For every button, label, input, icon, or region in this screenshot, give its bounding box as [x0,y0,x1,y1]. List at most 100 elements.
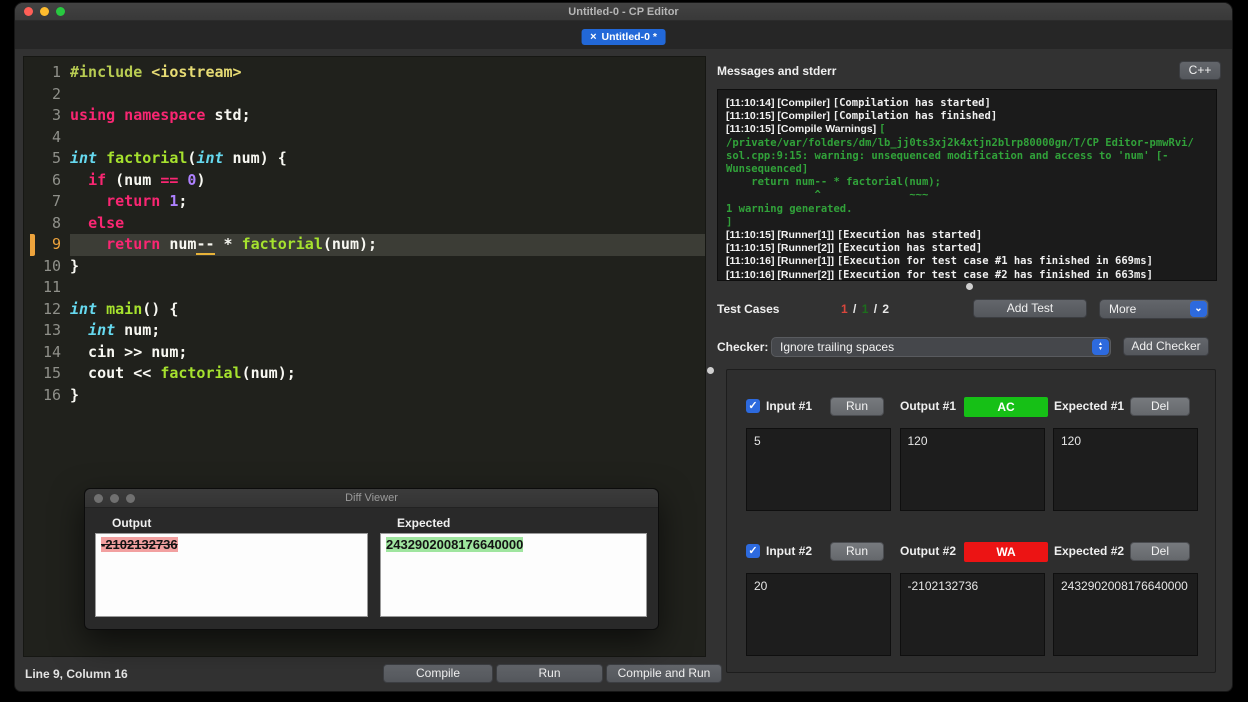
chevron-down-icon[interactable]: ⌄ [1190,301,1207,317]
test-case-boxes: 20 -2102132736 2432902008176640000 [746,573,1198,656]
code-line-15[interactable]: 15 cout << factorial(num); [24,363,705,385]
code-token: return [106,192,161,210]
code-line-14[interactable]: 14 cin >> num; [24,342,705,364]
code-text: int factorial(int num) { [70,148,705,170]
diff-output-pane[interactable]: -2102132736 [95,533,368,617]
test-cases-panel: ✓ Input #1 Run Output #1 AC Expected #1 Del 5 12… [726,369,1216,673]
output-label: Output #2 [900,544,956,558]
console-line: [11:10:15] [Runner[1]] [Execution has st… [726,229,1208,242]
checkbox-checked-icon[interactable]: ✓ [746,544,760,558]
expected-textarea[interactable]: 120 [1053,428,1198,511]
line-number[interactable]: 4 [35,127,61,149]
line-number[interactable]: 15 [35,363,61,385]
test-case-header: ✓ Input #2 Run Output #2 WA Expected #2 Del [746,542,1198,562]
more-dropdown-label: More [1109,302,1137,316]
line-number[interactable]: 13 [35,320,61,342]
line-number[interactable]: 14 [35,342,61,364]
code-token: ) [196,170,206,189]
run-button[interactable]: Run [496,664,603,683]
code-line-13[interactable]: 13 int num; [24,320,705,342]
code-line-10[interactable]: 10} [24,256,705,278]
updown-arrows-icon[interactable]: ▲ ▼ [1092,339,1109,355]
run-testcase-button[interactable]: Run [830,542,884,561]
code-line-4[interactable]: 4 [24,127,705,149]
code-token: cin >> num; [70,342,188,361]
console-line: [11:10:15] [Compile Warnings] [ [726,123,1208,136]
code-line-11[interactable]: 11 [24,277,705,299]
line-number[interactable]: 12 [35,299,61,321]
code-text: } [70,385,705,407]
console-line: 1 warning generated. [726,203,1208,216]
code-line-1[interactable]: 1 #include <iostream> [24,62,705,84]
code-token: else [88,213,125,232]
delete-testcase-button[interactable]: Del [1130,542,1190,561]
code-token: cout << [70,364,161,382]
messages-console[interactable]: [11:10:14] [Compiler] [Compilation has s… [717,89,1217,281]
code-text: return 1; [70,191,705,213]
code-line-8[interactable]: 8 else [24,213,705,235]
expected-textarea[interactable]: 2432902008176640000 [1053,573,1198,656]
code-line-7[interactable]: 7 return 1; [24,191,705,213]
code-line-9[interactable]: 9 return num-- * factorial(num); [24,234,705,256]
input-textarea[interactable]: 5 [746,428,891,511]
code-token: () { [142,299,179,318]
console-line: ^ ~~~ [726,189,1208,202]
more-dropdown[interactable]: More ⌄ [1099,299,1209,319]
diff-output-value: -2102132736 [101,537,178,552]
code-line-2[interactable]: 2 [24,84,705,106]
compile-button[interactable]: Compile [383,664,493,683]
code-line-6[interactable]: 6 if (num == 0) [24,170,705,192]
line-number[interactable]: 9 [35,234,61,256]
code-token: #include [70,63,152,81]
vertical-splitter-handle[interactable] [707,367,714,374]
checker-select[interactable]: Ignore trailing spaces ▲ ▼ [771,337,1111,357]
code-text: using namespace std; [70,105,705,127]
diff-viewer-titlebar: Diff Viewer [85,489,658,508]
code-token: using namespace [70,106,206,124]
window-title: Untitled-0 - CP Editor [568,5,679,18]
input-textarea[interactable]: 20 [746,573,891,656]
diff-expected-value: 2432902008176640000 [386,537,524,552]
line-number[interactable]: 6 [35,170,61,192]
compile-and-run-button[interactable]: Compile and Run [606,664,722,683]
line-number[interactable]: 3 [35,105,61,127]
output-textarea[interactable]: -2102132736 [899,573,1045,656]
add-test-button[interactable]: Add Test [973,299,1087,318]
line-number[interactable]: 11 [35,277,61,299]
add-checker-button[interactable]: Add Checker [1123,337,1209,356]
code-line-12[interactable]: 12 int main() { [24,299,705,321]
line-number[interactable]: 5 [35,148,61,170]
tab-untitled-0[interactable]: × Untitled-0 * [581,29,666,45]
code-token: (num); [322,235,378,253]
code-text: else [70,213,705,235]
diff-viewer-window[interactable]: Diff Viewer Output Expected -2102132736 … [84,488,659,630]
language-button[interactable]: C++ [1179,61,1221,80]
test-case-1: ✓ Input #1 Run Output #1 AC Expected #1 Del 5 12… [746,397,1198,511]
line-number[interactable]: 8 [35,213,61,235]
run-testcase-button[interactable]: Run [830,397,884,416]
console-line: ] [726,216,1208,229]
test-case-boxes: 5 120 120 [746,428,1198,511]
output-textarea[interactable]: 120 [899,428,1045,511]
code-line-5[interactable]: 5 int factorial(int num) { [24,148,705,170]
code-line-16[interactable]: 16} [24,385,705,407]
checkbox-checked-icon[interactable]: ✓ [746,399,760,413]
tab-close-icon[interactable]: × [590,31,596,43]
line-number[interactable]: 7 [35,191,61,213]
diff-expected-pane[interactable]: 2432902008176640000 [380,533,647,617]
delete-testcase-button[interactable]: Del [1130,397,1190,416]
line-number[interactable]: 1 [35,62,61,84]
code-area: 1 #include <iostream> 2 3 using namespace st… [24,62,705,406]
code-token: num [160,235,197,253]
line-number[interactable]: 10 [35,256,61,278]
horizontal-splitter-handle[interactable] [966,283,973,290]
console-line: [11:10:15] [Runner[2]] [Execution has st… [726,242,1208,255]
code-token: if [88,170,107,189]
line-number[interactable]: 16 [35,385,61,407]
code-text: #include <iostream> [70,62,705,84]
code-line-3[interactable]: 3 using namespace std; [24,105,705,127]
code-token: factorial [241,235,323,253]
console-line-message: ] [726,215,733,228]
line-number[interactable]: 2 [35,84,61,106]
